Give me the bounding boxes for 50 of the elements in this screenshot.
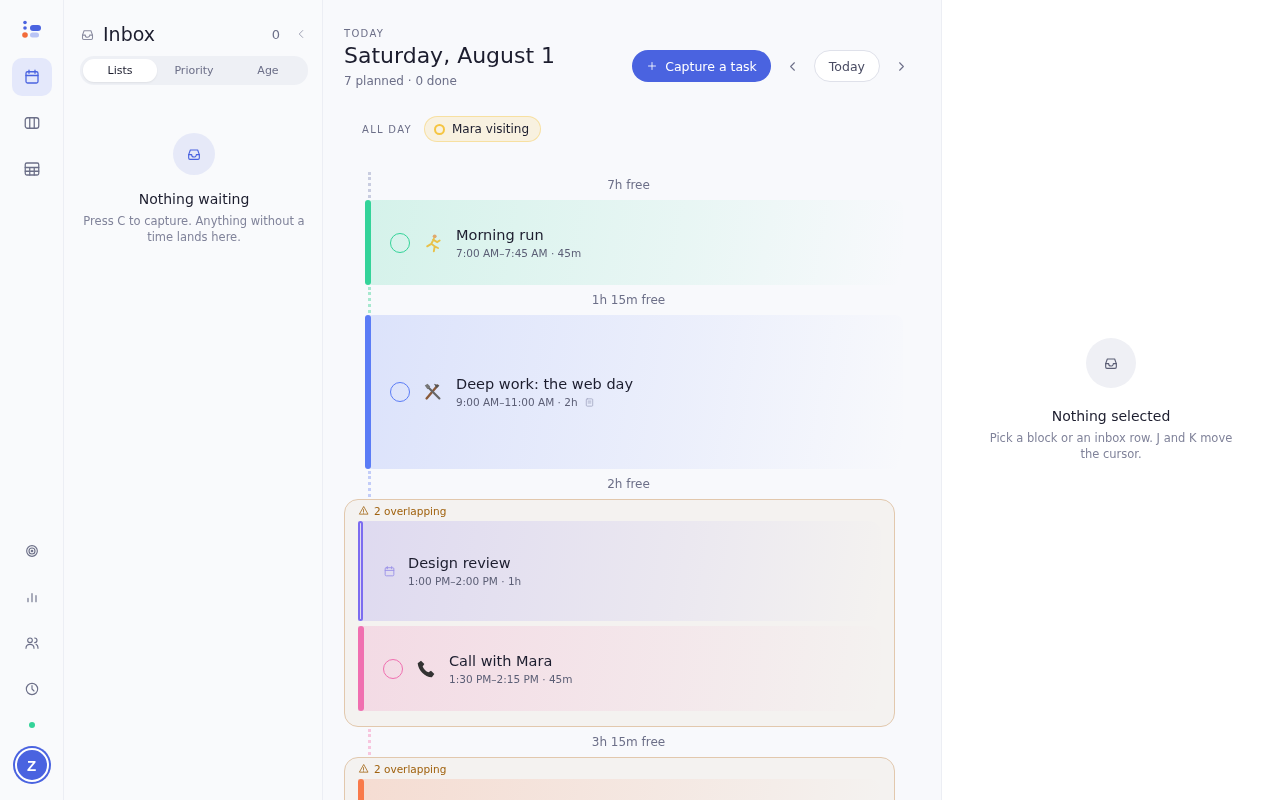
warning-icon xyxy=(358,505,369,516)
overlap-label: 2 overlapping xyxy=(374,504,447,517)
free-time-label: 1h 15m free xyxy=(591,293,666,307)
block-title: Deep work: the web day xyxy=(456,376,634,392)
clock-icon[interactable] xyxy=(23,681,40,697)
panel-title: Inbox xyxy=(103,23,156,45)
sort-tab[interactable]: Age xyxy=(231,59,305,82)
nav-button[interactable] xyxy=(11,58,52,96)
sort-tab[interactable]: Lists xyxy=(83,59,157,82)
columns-icon[interactable] xyxy=(22,114,41,132)
block-title: Call with Mara xyxy=(449,652,554,669)
today-button[interactable]: Today xyxy=(813,50,880,82)
block-time: 7:00 AM–7:45 AM · 45m xyxy=(456,246,582,259)
warning-icon xyxy=(358,763,369,774)
day-title: Saturday, August 1 xyxy=(344,43,557,68)
plus-icon xyxy=(646,60,659,72)
calendar-icon[interactable] xyxy=(22,68,41,86)
empty-text: Press C to capture. Anything without a time lands here. xyxy=(82,213,306,245)
empty-title: Nothing selected xyxy=(1051,408,1171,424)
all-day-label: ALL DAY xyxy=(362,123,412,135)
block-time: 9:00 AM–11:00 AM · 2h xyxy=(456,396,578,408)
target-icon[interactable] xyxy=(23,543,40,559)
block-time: 1:30 PM–2:15 PM · 45m xyxy=(449,672,573,685)
overlap-label: 2 overlapping xyxy=(374,762,447,775)
block-time: 1:00 PM–2:00 PM · 1h xyxy=(408,575,522,587)
table-icon[interactable] xyxy=(22,160,41,178)
capture-button[interactable]: Capture a task xyxy=(632,50,771,82)
event-title: Mara visiting xyxy=(451,122,530,136)
user-avatar[interactable]: Z xyxy=(14,748,49,782)
day-label: TODAY xyxy=(344,28,386,39)
free-time-label: 3h 15m free xyxy=(591,735,666,749)
phone-icon xyxy=(416,658,436,679)
block-title: Design review xyxy=(408,555,512,571)
free-time-label: 2h free xyxy=(607,477,650,491)
inbox-count: 0 xyxy=(271,26,280,42)
block-title: Morning run xyxy=(456,226,545,243)
inbox-icon xyxy=(186,146,202,162)
empty-text: Pick a block or an inbox row. J and K move the cursor. xyxy=(988,430,1234,462)
empty-title: Nothing waiting xyxy=(138,191,250,207)
all-day-event[interactable]: Mara visiting xyxy=(423,116,542,142)
tools-icon xyxy=(422,381,444,403)
people-icon[interactable] xyxy=(23,635,40,651)
note-icon xyxy=(583,396,595,408)
day-summary: 7 planned · 0 done xyxy=(344,74,458,88)
app-logo xyxy=(21,20,42,40)
runner-icon xyxy=(423,232,443,253)
free-time-label: 7h free xyxy=(607,178,650,192)
calendar-icon xyxy=(383,564,396,578)
sort-tab[interactable]: Priority xyxy=(157,59,231,82)
inbox-icon xyxy=(1103,355,1119,371)
